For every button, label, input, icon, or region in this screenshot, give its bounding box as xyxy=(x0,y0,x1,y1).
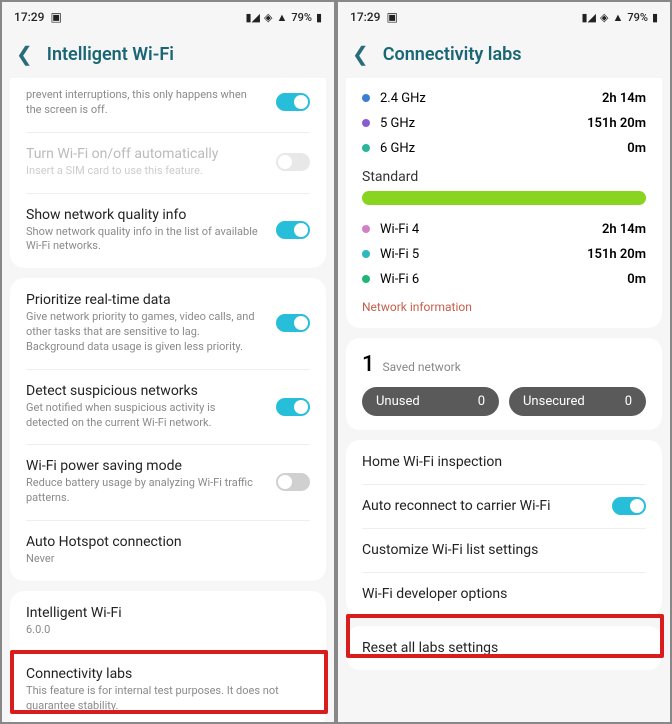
color-dot xyxy=(362,119,370,127)
color-dot xyxy=(362,275,370,283)
battery-pct: 79% xyxy=(291,11,312,24)
standard-label: Standard xyxy=(362,169,646,185)
battery-icon: ▮ xyxy=(652,11,658,24)
signal-icon: ▲ xyxy=(612,11,623,24)
header: ❮ Intelligent Wi-Fi xyxy=(2,32,334,78)
signal-icon: ▲ xyxy=(276,11,287,24)
row-title: Turn Wi-Fi on/off automatically xyxy=(26,146,310,162)
row-sub: This feature is for internal test purpos… xyxy=(26,684,310,714)
home-wifi-inspection-row[interactable]: Home Wi-Fi inspection xyxy=(346,440,662,484)
freq-label: Wi-Fi 6 xyxy=(380,272,419,287)
status-time: 17:29 xyxy=(350,10,380,24)
page-title: Intelligent Wi-Fi xyxy=(47,44,174,65)
freq-time: 2h 14m xyxy=(602,91,646,106)
toggle-auto-reconnect[interactable] xyxy=(612,497,646,515)
wifi-developer-options-row[interactable]: Wi-Fi developer options xyxy=(346,572,662,616)
page-title: Connectivity labs xyxy=(383,44,522,65)
freq-time: 0m xyxy=(627,141,646,156)
freq-label: 6 GHz xyxy=(380,141,415,156)
hotspot-row[interactable]: Auto Hotspot connection Never xyxy=(10,520,326,581)
row-sub: 6.0.0 xyxy=(26,623,310,638)
partial-row: prevent interruptions, this only happens… xyxy=(10,78,326,132)
saved-count: 1 xyxy=(362,352,375,377)
customize-wifi-list-row[interactable]: Customize Wi-Fi list settings xyxy=(346,528,662,572)
battery-icon: ▮ xyxy=(316,11,322,24)
pill-unused[interactable]: Unused0 xyxy=(362,387,499,416)
reset-labs-row[interactable]: Reset all labs settings xyxy=(346,626,662,670)
freq-label: Wi-Fi 5 xyxy=(380,247,419,262)
vibrate-icon: ▮◢ xyxy=(245,11,260,24)
wifi-standard-list: Wi-Fi 4 2h 14m Wi-Fi 5 151h 20m Wi-Fi 6 0m xyxy=(362,217,646,292)
prioritize-row[interactable]: Prioritize real-time data Give network p… xyxy=(10,278,326,369)
auto-reconnect-row[interactable]: Auto reconnect to carrier Wi-Fi xyxy=(346,484,662,528)
freq-label: 2.4 GHz xyxy=(380,91,426,106)
wifi-icon: ◈ xyxy=(264,11,272,24)
freq-row: 5 GHz 151h 20m xyxy=(362,111,646,136)
phone-left: 17:29 ▣ ▮◢ ◈ ▲ 79% ▮ ❮ Intelligent Wi-Fi prev… xyxy=(0,0,336,724)
toggle-auto-wifi xyxy=(276,153,310,171)
powersave-row[interactable]: Wi-Fi power saving mode Reduce battery u… xyxy=(10,444,326,520)
auto-wifi-row: Turn Wi-Fi on/off automatically Insert a… xyxy=(10,132,326,193)
toggle-prioritize[interactable] xyxy=(276,314,310,332)
color-dot xyxy=(362,144,370,152)
row-sub: Show network quality info in the list of… xyxy=(26,225,310,255)
network-info-label: Network information xyxy=(362,300,646,314)
freq-label: 5 GHz xyxy=(380,116,415,131)
back-icon[interactable]: ❮ xyxy=(16,42,33,66)
intelligent-wifi-row[interactable]: Intelligent Wi-Fi 6.0.0 xyxy=(10,591,326,652)
statusbar: 17:29 ▣ ▮◢ ◈ ▲ 79% ▮ xyxy=(338,2,670,32)
row-sub: Reduce battery usage by analyzing Wi-Fi … xyxy=(26,476,310,506)
freq-time: 151h 20m xyxy=(587,116,646,131)
color-dot xyxy=(362,94,370,102)
row-sub: Never xyxy=(26,552,310,567)
saved-network[interactable]: 1 Saved network xyxy=(362,352,646,377)
color-dot xyxy=(362,225,370,233)
freq-row: 6 GHz 0m xyxy=(362,136,646,161)
toggle-switch-on-network[interactable] xyxy=(276,93,310,111)
statusbar: 17:29 ▣ ▮◢ ◈ ▲ 79% ▮ xyxy=(2,2,334,32)
toggle-suspicious[interactable] xyxy=(276,398,310,416)
partial-text: prevent interruptions, this only happens… xyxy=(26,88,310,118)
row-title: Intelligent Wi-Fi xyxy=(26,605,310,621)
quality-row[interactable]: Show network quality info Show network q… xyxy=(10,193,326,269)
suspicious-row[interactable]: Detect suspicious networks Get notified … xyxy=(10,369,326,445)
connectivity-labs-row[interactable]: Connectivity labs This feature is for in… xyxy=(10,652,326,724)
row-title: Auto Hotspot connection xyxy=(26,534,310,550)
color-dot xyxy=(362,250,370,258)
row-sub: Insert a SIM card to use this feature. xyxy=(26,164,310,179)
phone-right: 17:29 ▣ ▮◢ ◈ ▲ 79% ▮ ❮ Connectivity labs 2.4 … xyxy=(336,0,672,724)
screenshot-icon: ▣ xyxy=(50,10,61,24)
row-sub: Give network priority to games, video ca… xyxy=(26,310,310,355)
row-title: Connectivity labs xyxy=(26,666,310,682)
row-sub: Get notified when suspicious activity is… xyxy=(26,401,310,431)
row-title: Prioritize real-time data xyxy=(26,292,310,308)
toggle-powersave[interactable] xyxy=(276,473,310,491)
back-icon[interactable]: ❮ xyxy=(352,42,369,66)
wifi-icon: ◈ xyxy=(600,11,608,24)
freq-time: 0m xyxy=(627,272,646,287)
screenshot-icon: ▣ xyxy=(386,10,397,24)
saved-label: Saved network xyxy=(382,360,460,374)
vibrate-icon: ▮◢ xyxy=(581,11,596,24)
battery-pct: 79% xyxy=(627,11,648,24)
freq-time: 2h 14m xyxy=(602,222,646,237)
header: ❮ Connectivity labs xyxy=(338,32,670,78)
row-title: Detect suspicious networks xyxy=(26,383,310,399)
row-title: Wi-Fi power saving mode xyxy=(26,458,310,474)
freq-row: 2.4 GHz 2h 14m xyxy=(362,86,646,111)
status-time: 17:29 xyxy=(14,10,44,24)
freq-row: Wi-Fi 4 2h 14m xyxy=(362,217,646,242)
standard-progress-bar xyxy=(362,191,646,205)
toggle-quality[interactable] xyxy=(276,221,310,239)
freq-label: Wi-Fi 4 xyxy=(380,222,419,237)
freq-row: Wi-Fi 6 0m xyxy=(362,267,646,292)
freq-row: Wi-Fi 5 151h 20m xyxy=(362,242,646,267)
pill-unsecured[interactable]: Unsecured0 xyxy=(509,387,646,416)
freq-time: 151h 20m xyxy=(587,247,646,262)
row-title: Show network quality info xyxy=(26,207,310,223)
frequency-list: 2.4 GHz 2h 14m 5 GHz 151h 20m 6 GHz 0m xyxy=(362,86,646,161)
